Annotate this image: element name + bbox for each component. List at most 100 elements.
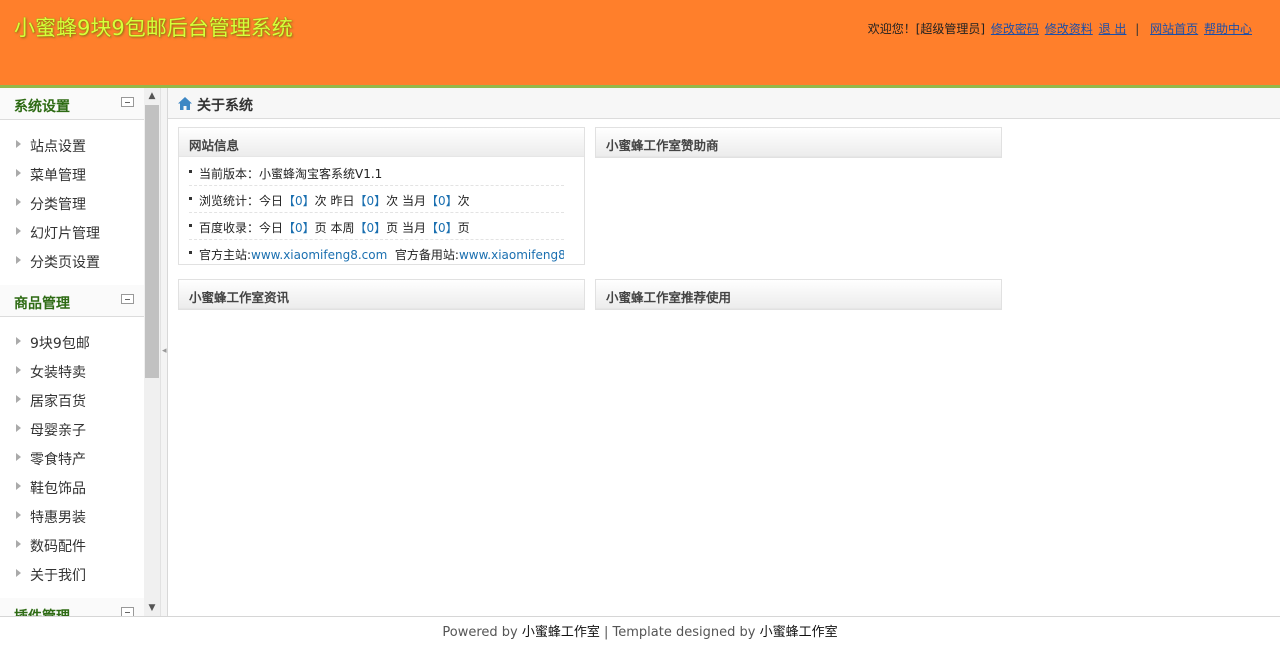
arrow-right-icon [16, 453, 21, 461]
footer-designer-link[interactable]: 小蜜蜂工作室 [760, 625, 838, 640]
site-home-link[interactable]: 网站首页 [1150, 22, 1198, 36]
breadcrumb: 关于系统 [168, 88, 1280, 119]
arrow-right-icon [16, 395, 21, 403]
site-info-panel: 网站信息 当前版本：小蜜蜂淘宝客系统V1.1 浏览统计：今日【0】次 昨日【0】… [178, 127, 585, 265]
row-text: 百度收录：今日【0】页 本周【0】页 当月【0】页 [199, 219, 470, 236]
sidebar-item-label: 分类页设置 [30, 255, 100, 271]
bullet-icon [189, 224, 192, 227]
sidebar-item-label: 幻灯片管理 [30, 226, 100, 242]
sidebar-section-system: 系统设置 站点设置 菜单管理 分类管理 幻灯片管理 分类页设置 [0, 88, 144, 285]
sidebar-item-label: 关于我们 [30, 568, 86, 584]
footer-template-text: | Template designed by [599, 625, 760, 640]
footer-studio-link[interactable]: 小蜜蜂工作室 [522, 625, 600, 640]
section-header-plugins[interactable]: 插件管理 [0, 598, 144, 616]
edit-profile-link[interactable]: 修改资料 [1045, 22, 1093, 36]
section-header-products[interactable]: 商品管理 [0, 285, 144, 317]
sidebar-item-label: 居家百货 [30, 394, 86, 410]
sidebar-item-label: 鞋包饰品 [30, 481, 86, 497]
recommend-panel: 小蜜蜂工作室推荐使用 [595, 279, 1002, 310]
footer: Powered by 小蜜蜂工作室 | Template designed by… [0, 616, 1280, 648]
sponsors-panel: 小蜜蜂工作室赞助商 [595, 127, 1002, 158]
panel-title: 小蜜蜂工作室推荐使用 [606, 290, 732, 305]
row-text: 当前版本：小蜜蜂淘宝客系统V1.1 [199, 165, 382, 182]
sidebar-item-label: 分类管理 [30, 197, 86, 213]
collapse-icon[interactable] [121, 607, 134, 616]
visit-month-label: 当月 [402, 194, 427, 208]
baidu-month-count: 【0】 [426, 221, 458, 235]
official-sites-row: 官方主站:www.xiaomifeng8.com 官方备用站:www.xiaom… [189, 240, 564, 267]
sidebar-section-products: 商品管理 9块9包邮 女装特卖 居家百货 母婴亲子 零食特产 鞋包饰品 特惠男装… [0, 285, 144, 598]
baidu-unit: 页 [314, 221, 327, 235]
panel-header: 小蜜蜂工作室资讯 [179, 280, 584, 309]
baidu-month-label: 当月 [402, 221, 427, 235]
section-title: 插件管理 [14, 606, 70, 616]
news-panel: 小蜜蜂工作室资讯 [178, 279, 585, 310]
arrow-right-icon [16, 424, 21, 432]
sidebar-item-label: 女装特卖 [30, 365, 86, 381]
bullet-icon [189, 251, 192, 254]
panel-title: 小蜜蜂工作室赞助商 [606, 138, 719, 153]
sidebar-item-label: 数码配件 [30, 539, 86, 555]
version-label: 当前版本： [199, 167, 260, 181]
sidebar-item-mens-deals[interactable]: 特惠男装 [0, 503, 144, 532]
visit-today-count: 【0】 [283, 194, 315, 208]
sidebar-item-label: 零食特产 [30, 452, 86, 468]
header: 小蜜蜂9块9包邮后台管理系统 欢迎您！[超级管理员] 修改密码 修改资料 退 出… [0, 0, 1280, 85]
visit-unit: 次 [314, 194, 327, 208]
sidebar-section-plugins: 插件管理 [0, 598, 144, 616]
sidebar-item-home-goods[interactable]: 居家百货 [0, 387, 144, 416]
arrow-right-icon [16, 482, 21, 490]
scroll-down-arrow-icon[interactable]: ▼ [144, 600, 160, 616]
version-value: 小蜜蜂淘宝客系统V1.1 [259, 167, 383, 181]
bullet-icon [189, 197, 192, 200]
separator: | [1135, 22, 1140, 36]
section-header-system[interactable]: 系统设置 [0, 88, 144, 120]
site-info-list: 当前版本：小蜜蜂淘宝客系统V1.1 浏览统计：今日【0】次 昨日【0】次 当月【… [179, 157, 584, 267]
sidebar-item-category-page-settings[interactable]: 分类页设置 [0, 248, 144, 277]
scroll-thumb[interactable] [145, 105, 159, 378]
collapse-left-icon[interactable]: ◂ [162, 346, 167, 356]
sidebar-item-about-us[interactable]: 关于我们 [0, 561, 144, 590]
main-site-link[interactable]: www.xiaomifeng8.com [251, 248, 387, 262]
sidebar-item-mother-baby[interactable]: 母婴亲子 [0, 416, 144, 445]
help-center-link[interactable]: 帮助中心 [1204, 22, 1252, 36]
panel-title: 小蜜蜂工作室资讯 [189, 290, 290, 305]
sidebar-item-snacks[interactable]: 零食特产 [0, 445, 144, 474]
sidebar-item-site-settings[interactable]: 站点设置 [0, 132, 144, 161]
sidebar-item-label: 母婴亲子 [30, 423, 86, 439]
sidebar-item-digital-accessories[interactable]: 数码配件 [0, 532, 144, 561]
row-text: 官方主站:www.xiaomifeng8.com 官方备用站:www.xiaom… [199, 246, 564, 263]
site-title: 小蜜蜂9块9包邮后台管理系统 [14, 16, 293, 40]
collapse-icon[interactable] [121, 294, 134, 304]
logout-link[interactable]: 退 出 [1099, 22, 1127, 36]
collapse-icon[interactable] [121, 97, 134, 107]
baidu-week-label: 本周 [330, 221, 355, 235]
panel-header: 小蜜蜂工作室赞助商 [596, 128, 1001, 157]
baidu-unit: 页 [457, 221, 470, 235]
arrow-right-icon [16, 198, 21, 206]
baidu-today-label: 今日 [259, 221, 284, 235]
sidebar-item-menu-management[interactable]: 菜单管理 [0, 161, 144, 190]
page-title: 关于系统 [197, 98, 253, 114]
sidebar-item-label: 特惠男装 [30, 510, 86, 526]
version-row: 当前版本：小蜜蜂淘宝客系统V1.1 [189, 159, 564, 186]
sidebar-splitter[interactable]: ◂ [160, 88, 168, 616]
sidebar-scrollbar[interactable]: ▲ ▼ [144, 88, 160, 616]
sidebar-item-category-management[interactable]: 分类管理 [0, 190, 144, 219]
scroll-up-arrow-icon[interactable]: ▲ [144, 88, 160, 104]
arrow-right-icon [16, 256, 21, 264]
backup-site-link[interactable]: www.xiaomifeng8.... [459, 248, 564, 262]
baidu-unit: 页 [386, 221, 399, 235]
arrow-right-icon [16, 337, 21, 345]
sidebar-item-shoes-bags[interactable]: 鞋包饰品 [0, 474, 144, 503]
visit-today-label: 今日 [259, 194, 284, 208]
visit-unit: 次 [386, 194, 399, 208]
sidebar-item-9-9-free-shipping[interactable]: 9块9包邮 [0, 329, 144, 358]
change-password-link[interactable]: 修改密码 [991, 22, 1039, 36]
sidebar-item-slideshow-management[interactable]: 幻灯片管理 [0, 219, 144, 248]
top-user-bar: 欢迎您！[超级管理员] 修改密码 修改资料 退 出 | 网站首页 帮助中心 [868, 20, 1252, 37]
sidebar: 系统设置 站点设置 菜单管理 分类管理 幻灯片管理 分类页设置 商品管理 9块9… [0, 88, 144, 616]
baidu-label: 百度收录： [199, 221, 260, 235]
sidebar-item-womens-sale[interactable]: 女装特卖 [0, 358, 144, 387]
baidu-today-count: 【0】 [283, 221, 315, 235]
